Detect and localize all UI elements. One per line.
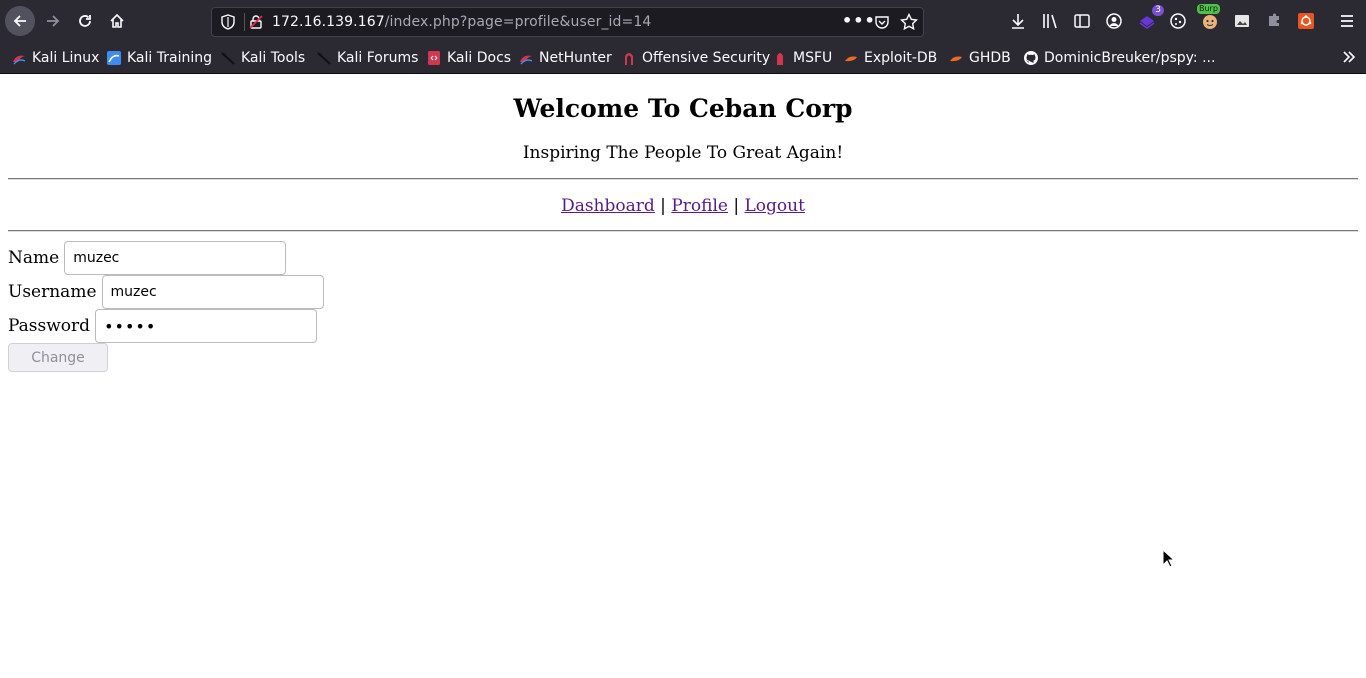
ghdb-icon (950, 56, 962, 62)
kali-training-icon (107, 51, 121, 65)
username-label: Username (8, 282, 97, 302)
arrow-left-icon (13, 15, 26, 27)
nav-separator: | (660, 196, 666, 216)
username-field[interactable] (101, 275, 324, 309)
pocket-icon[interactable] (874, 14, 890, 30)
github-icon (1024, 51, 1038, 65)
ubuntu-extension-icon[interactable] (1296, 11, 1316, 31)
insecure-lock-icon[interactable] (248, 14, 264, 30)
home-button[interactable] (102, 6, 132, 36)
url-separator (244, 13, 245, 31)
nav-profile-link[interactable]: Profile (671, 196, 728, 216)
browser-toolbar: 172.16.139.167/index.php?page=profile&us… (0, 0, 1366, 43)
username-row: Username (8, 275, 324, 309)
image-extension-icon[interactable] (1232, 11, 1252, 31)
url-path: /index.php?page=profile&user_id=14 (384, 14, 652, 30)
bookmark-kali-training[interactable]: Kali Training (106, 49, 212, 67)
page-subtitle: Inspiring The People To Great Again! (522, 143, 844, 163)
bookmark-label: Offensive Security (642, 50, 771, 66)
msfu-icon (777, 53, 783, 65)
reload-button[interactable] (70, 6, 100, 36)
bookmark-star-icon[interactable] (900, 13, 918, 31)
change-button[interactable]: Change (8, 343, 108, 372)
password-label: Password (8, 316, 91, 336)
bookmark-kali-tools[interactable]: Kali Tools (220, 49, 305, 67)
kali-docs-icon (428, 51, 440, 65)
bookmark-label: MSFU (793, 50, 833, 66)
bookmark-offensive-security[interactable]: Offensive Security (621, 49, 770, 67)
extension-badge-count: 3 (1152, 5, 1164, 16)
bookmark-label: Kali Tools (241, 50, 306, 66)
url-text[interactable]: 172.16.139.167/index.php?page=profile&us… (272, 14, 651, 30)
exploitdb-icon (845, 56, 857, 62)
reload-icon (79, 15, 91, 27)
burp-extension-icon[interactable]: Burp (1197, 4, 1220, 31)
bookmark-label: NetHunter (539, 50, 612, 66)
divider-top (8, 178, 1358, 180)
nav-dashboard-link[interactable]: Dashboard (561, 196, 655, 216)
bookmark-nethunter[interactable]: NetHunter (518, 49, 612, 67)
divider-bottom (8, 230, 1358, 232)
page-nav: Dashboard | Profile | Logout (0, 196, 1366, 216)
bookmark-ghdb[interactable]: GHDB (948, 49, 1011, 67)
hamburger-menu-icon[interactable] (1337, 11, 1357, 31)
arrow-right-icon (47, 15, 60, 27)
url-host: 172.16.139.167 (272, 14, 385, 30)
forward-button[interactable] (38, 6, 68, 36)
burp-badge: Burp (1197, 4, 1220, 14)
name-row: Name (8, 241, 287, 275)
bookmark-label: Kali Linux (32, 50, 100, 66)
nethunter-icon (520, 55, 533, 65)
bookmark-label: GHDB (969, 50, 1011, 66)
bookmarks-bar: Kali Linux Kali Training Kali Tools Kali… (0, 43, 1366, 74)
extension-badge-3-icon[interactable]: 3 (1137, 5, 1164, 31)
password-row: Password (8, 309, 318, 343)
account-icon[interactable] (1104, 11, 1124, 31)
bookmark-kali-forums[interactable]: Kali Forums (316, 49, 418, 67)
page-title: Welcome To Ceban Corp (513, 94, 853, 123)
bookmark-label: Kali Training (127, 50, 212, 66)
bookmark-label: Kali Docs (447, 50, 512, 66)
name-label: Name (8, 248, 60, 268)
page-actions-menu-icon[interactable]: ••• (842, 11, 876, 30)
kali-dragon-icon (13, 55, 26, 65)
bookmark-label: Exploit-DB (864, 50, 938, 66)
nav-separator: | (733, 196, 740, 216)
bookmark-msfu[interactable]: MSFU (772, 49, 832, 67)
name-field[interactable] (64, 241, 287, 275)
kali-forums-icon (317, 52, 331, 65)
password-field[interactable] (95, 309, 318, 343)
downloads-icon[interactable] (1008, 11, 1028, 31)
tracking-shield-icon[interactable] (220, 14, 236, 30)
bookmark-kali-docs[interactable]: Kali Docs (426, 49, 511, 67)
address-bar[interactable]: 172.16.139.167/index.php?page=profile&us… (211, 7, 924, 37)
sidebar-icon[interactable] (1072, 11, 1092, 31)
mouse-cursor-icon (1162, 549, 1176, 568)
back-button[interactable] (5, 6, 35, 36)
nav-logout-link[interactable]: Logout (745, 196, 805, 216)
library-icon[interactable] (1040, 11, 1060, 31)
offsec-icon (625, 53, 633, 65)
bookmark-pspy[interactable]: DominicBreuker/pspy: ... (1023, 49, 1215, 67)
bookmark-label: DominicBreuker/pspy: ... (1044, 50, 1216, 66)
puzzle-extension-icon[interactable] (1264, 11, 1284, 31)
page-content: Welcome To Ceban Corp Inspiring The Peop… (0, 74, 1366, 678)
cookie-icon[interactable] (1168, 11, 1188, 31)
kali-tools-icon (221, 52, 235, 65)
bookmark-kali-linux[interactable]: Kali Linux (11, 49, 99, 67)
bookmark-label: Kali Forums (337, 50, 419, 66)
bookmarks-overflow-icon[interactable] (1342, 49, 1356, 68)
home-icon (110, 13, 124, 28)
bookmark-exploit-db[interactable]: Exploit-DB (843, 49, 937, 67)
